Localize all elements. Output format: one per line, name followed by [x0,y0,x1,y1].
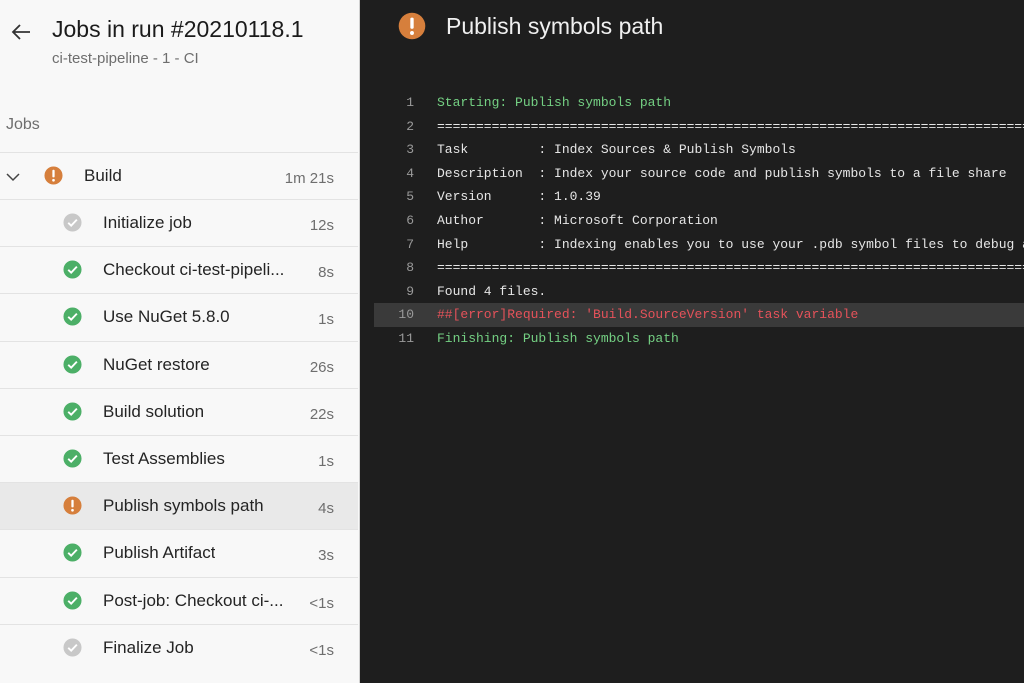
step-row[interactable]: Post-job: Checkout ci-... <1s [0,576,358,624]
error-status-icon [44,166,63,185]
step-duration: 22s [309,405,334,423]
log-line-text: Description : Index your source code and… [437,165,1007,181]
log-line: 11 Finishing: Publish symbols path [374,327,1024,351]
step-duration: 1s [318,453,334,470]
step-label: Checkout ci-test-pipeli... [103,260,285,280]
log-line: 7 Help : Indexing enables you to use your… [374,233,1024,257]
log-title: Publish symbols path [446,13,664,39]
check-circle-icon [63,449,82,468]
log-line-number: 3 [406,142,414,158]
step-label: NuGet restore [103,354,210,374]
log-line-text: ##[error]Required: 'Build.SourceVersion'… [437,307,859,323]
log-line-number: 4 [406,165,414,181]
log-line: 6 Author : Microsoft Corporation [374,209,1024,233]
chevron-down-icon[interactable] [6,170,20,184]
log-line: 9 Found 4 files. [374,280,1024,304]
step-row[interactable]: Build solution 22s [0,387,358,435]
log-line-text: Starting: Publish symbols path [437,95,672,110]
log-line-text: Found 4 files. [437,283,547,299]
step-row[interactable]: Publish Artifact 3s [0,529,358,576]
log-line-number: 2 [406,118,414,134]
step-row[interactable]: Publish symbols path 4s [0,482,358,530]
pipeline-subtitle: ci-test-pipeline - 1 - CI [52,50,199,67]
log-line-number: 6 [406,212,414,228]
step-duration: 1s [318,311,334,329]
log-line: 2 =======================================… [374,115,1024,139]
log-line-number: 10 [398,307,414,323]
log-panel: Publish symbols path 1 Starting: Publish … [360,0,1024,683]
log-line: 1 Starting: Publish symbols path [374,91,1024,115]
step-duration: 4s [318,500,334,518]
step-label: Use NuGet 5.8.0 [103,307,230,327]
check-circle-icon [63,260,82,279]
log-line: 4 Description : Index your source code an… [374,162,1024,186]
step-label: Post-job: Checkout ci-... [103,590,284,610]
error-status-icon [398,12,426,40]
check-circle-icon [63,543,82,562]
log-line-number: 1 [406,95,414,110]
check-circle-icon [63,307,82,326]
step-row[interactable]: Checkout ci-test-pipeli... 8s [0,246,358,293]
job-build-label: Build [84,166,122,185]
step-row[interactable]: Test Assemblies 1s [0,435,358,482]
log-line-text: Task : Index Sources & Publish Symbols [437,142,796,158]
log-line-text: Version : 1.0.39 [437,189,601,205]
step-label: Publish Artifact [103,543,216,563]
log-line-text: Finishing: Publish symbols path [437,330,679,346]
log-line-text: Author : Microsoft Corporation [437,212,718,228]
step-label: Finalize Job [103,637,194,657]
log-line-number: 11 [398,330,414,346]
step-duration: <1s [309,594,334,612]
step-row[interactable]: Use NuGet 5.8.0 1s [0,293,358,340]
step-label: Publish symbols path [103,496,264,516]
check-circle-icon [63,402,82,421]
job-build-duration: 1m 21s [284,170,334,187]
step-row[interactable]: Finalize Job <1s [0,623,358,671]
log-line-number: 8 [406,260,414,276]
log-line: 8 =======================================… [374,256,1024,280]
step-label: Initialize job [103,213,192,232]
jobs-sidebar: Jobs in run #20210118.1 ci-test-pipeline… [0,0,360,683]
log-line-text: Help : Indexing enables you to use your … [437,236,1024,252]
step-row[interactable]: Initialize job 12s [0,199,358,246]
step-label: Test Assemblies [103,449,225,468]
skipped-check-icon [63,638,82,657]
log-output: 1 Starting: Publish symbols path 2 ========… [374,91,1024,351]
error-status-icon [63,496,82,515]
log-line-number: 5 [406,189,414,205]
step-duration: 8s [318,264,334,282]
step-label: Build solution [103,401,205,421]
step-row[interactable]: NuGet restore 26s [0,340,358,388]
back-arrow-icon[interactable] [10,20,34,44]
log-line: 3 Task : Index Sources & Publish Symbols [374,138,1024,162]
check-circle-icon [63,355,82,374]
step-duration: 12s [309,217,334,234]
step-duration: <1s [309,641,334,659]
log-line-text: ========================================… [437,260,1024,276]
page-title: Jobs in run #20210118.1 [52,16,304,42]
log-line-number: 9 [406,283,414,299]
jobs-section-label: Jobs [6,116,40,133]
log-line: 10 ##[error]Required: 'Build.SourceVersio… [374,303,1024,327]
log-line-text: ========================================… [437,118,1024,134]
step-duration: 26s [309,358,334,376]
log-line: 5 Version : 1.0.39 [374,185,1024,209]
log-line-number: 7 [406,236,414,252]
step-duration: 3s [318,547,334,565]
skipped-check-icon [63,213,82,232]
job-build-row[interactable]: Build 1m 21s [0,152,358,199]
check-circle-icon [63,591,82,610]
